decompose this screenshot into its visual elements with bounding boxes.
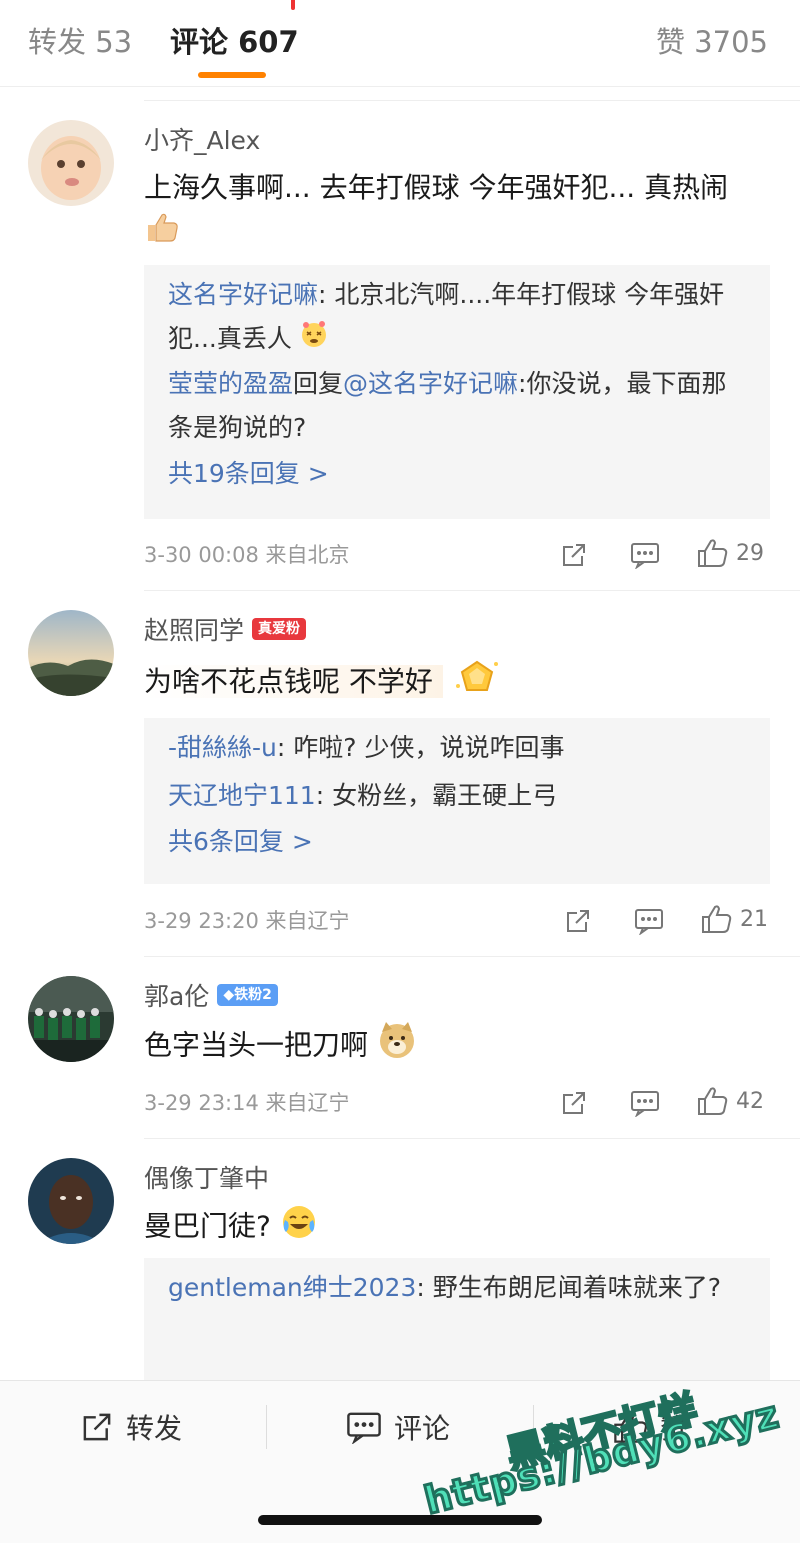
avatar[interactable] xyxy=(28,1158,114,1244)
like-icon xyxy=(698,539,728,567)
like-count: 42 xyxy=(736,1088,764,1114)
comment-text: 为啥不花点钱呢 不学好 xyxy=(144,656,502,709)
tab-comments[interactable]: 评论 607 xyxy=(170,22,299,62)
home-indicator[interactable] xyxy=(258,1515,542,1525)
share-button[interactable] xyxy=(564,906,592,936)
divider xyxy=(144,1138,800,1139)
comment-text: 上海久事啊... 去年打假球 今年强奸犯... 真热闹 xyxy=(144,166,764,256)
reply-button[interactable] xyxy=(630,1088,660,1118)
username[interactable]: 小齐_Alex xyxy=(144,124,260,158)
reply-item[interactable]: -甜絲絲-u: 咋啦? 少侠，说说咋回事 xyxy=(168,726,746,770)
laugh-cry-emoji-icon xyxy=(280,1202,318,1253)
comment-text: 色字当头一把刀啊 xyxy=(144,1020,764,1073)
avatar[interactable] xyxy=(28,976,114,1062)
comment-button[interactable]: 评论 xyxy=(346,1407,450,1447)
reply-button[interactable] xyxy=(630,540,660,570)
avatar[interactable] xyxy=(28,610,114,696)
tab-reposts[interactable]: 转发 53 xyxy=(28,22,132,62)
reply-box: -甜絲絲-u: 咋啦? 少侠，说说咋回事 天辽地宁111: 女粉丝，霸王硬上弓 … xyxy=(144,718,770,884)
more-replies-link[interactable]: 共6条回复 > xyxy=(168,818,746,866)
tab-likes[interactable]: 赞 3705 xyxy=(656,22,768,62)
like-icon xyxy=(698,1087,728,1115)
username[interactable]: 赵照同学 xyxy=(144,616,244,645)
share-icon xyxy=(563,544,585,566)
comment-meta: 3-29 23:14 来自辽宁 xyxy=(144,1091,350,1115)
share-icon xyxy=(83,1413,111,1441)
username-row: 郭a伦 ◆铁粉2 xyxy=(144,980,278,1014)
username[interactable]: 偶像丁肇中 xyxy=(144,1162,269,1196)
username[interactable]: 郭a伦 xyxy=(144,982,209,1011)
share-icon xyxy=(567,910,589,932)
top-mark xyxy=(291,0,295,10)
reply-item[interactable]: 莹莹的盈盈回复@这名字好记嘛:你没说，最下面那条是狗说的? xyxy=(168,362,746,450)
divider xyxy=(266,1405,267,1449)
share-button[interactable] xyxy=(560,540,588,570)
thumbs-up-emoji-icon xyxy=(144,211,180,256)
repost-button[interactable]: 转发 xyxy=(80,1407,182,1447)
more-replies-link[interactable]: 共19条回复 > xyxy=(168,450,746,498)
like-icon xyxy=(702,905,732,933)
like-count: 21 xyxy=(740,906,768,932)
comment-icon xyxy=(635,909,663,935)
username-row: 赵照同学 真爱粉 xyxy=(144,614,307,648)
comment-meta: 3-30 00:08 来自北京 xyxy=(144,543,350,567)
reply-button[interactable] xyxy=(634,906,664,936)
reply-box: 这名字好记嘛: 北京北汽啊....年年打假球 今年强奸犯...真丢人 莹莹的盈盈… xyxy=(144,265,770,519)
avatar[interactable] xyxy=(28,120,114,206)
comment-icon xyxy=(347,1412,381,1444)
active-tab-indicator xyxy=(198,72,266,78)
comment-icon xyxy=(631,543,659,569)
comment-text: 曼巴门徒? xyxy=(144,1202,764,1253)
divider xyxy=(144,590,800,591)
reply-item[interactable]: 这名字好记嘛: 北京北汽啊....年年打假球 今年强奸犯...真丢人 xyxy=(168,273,746,362)
fan-badge: 真爱粉 xyxy=(252,618,307,640)
gold-badge-icon xyxy=(452,656,502,709)
comment-icon xyxy=(631,1091,659,1117)
like-button[interactable]: 42 xyxy=(696,1086,764,1116)
like-button[interactable]: 21 xyxy=(700,904,768,934)
reply-item[interactable]: gentleman绅士2023: 野生布朗尼闻着味就来了? xyxy=(168,1266,746,1310)
comment-meta: 3-29 23:20 来自辽宁 xyxy=(144,909,350,933)
doge-emoji-icon xyxy=(377,1020,417,1073)
like-count: 29 xyxy=(736,540,764,566)
like-button[interactable]: 29 xyxy=(696,538,764,568)
comment-tabs: 转发 53 评论 607 赞 3705 xyxy=(0,0,800,87)
dizzy-face-emoji-icon xyxy=(300,318,328,362)
reply-box: gentleman绅士2023: 野生布朗尼闻着味就来了? xyxy=(144,1258,770,1388)
share-button[interactable] xyxy=(560,1088,588,1118)
share-icon xyxy=(563,1092,585,1114)
reply-item[interactable]: 天辽地宁111: 女粉丝，霸王硬上弓 xyxy=(168,774,746,818)
fan-badge: ◆铁粉2 xyxy=(217,984,278,1006)
divider xyxy=(144,956,800,957)
divider xyxy=(144,100,800,101)
